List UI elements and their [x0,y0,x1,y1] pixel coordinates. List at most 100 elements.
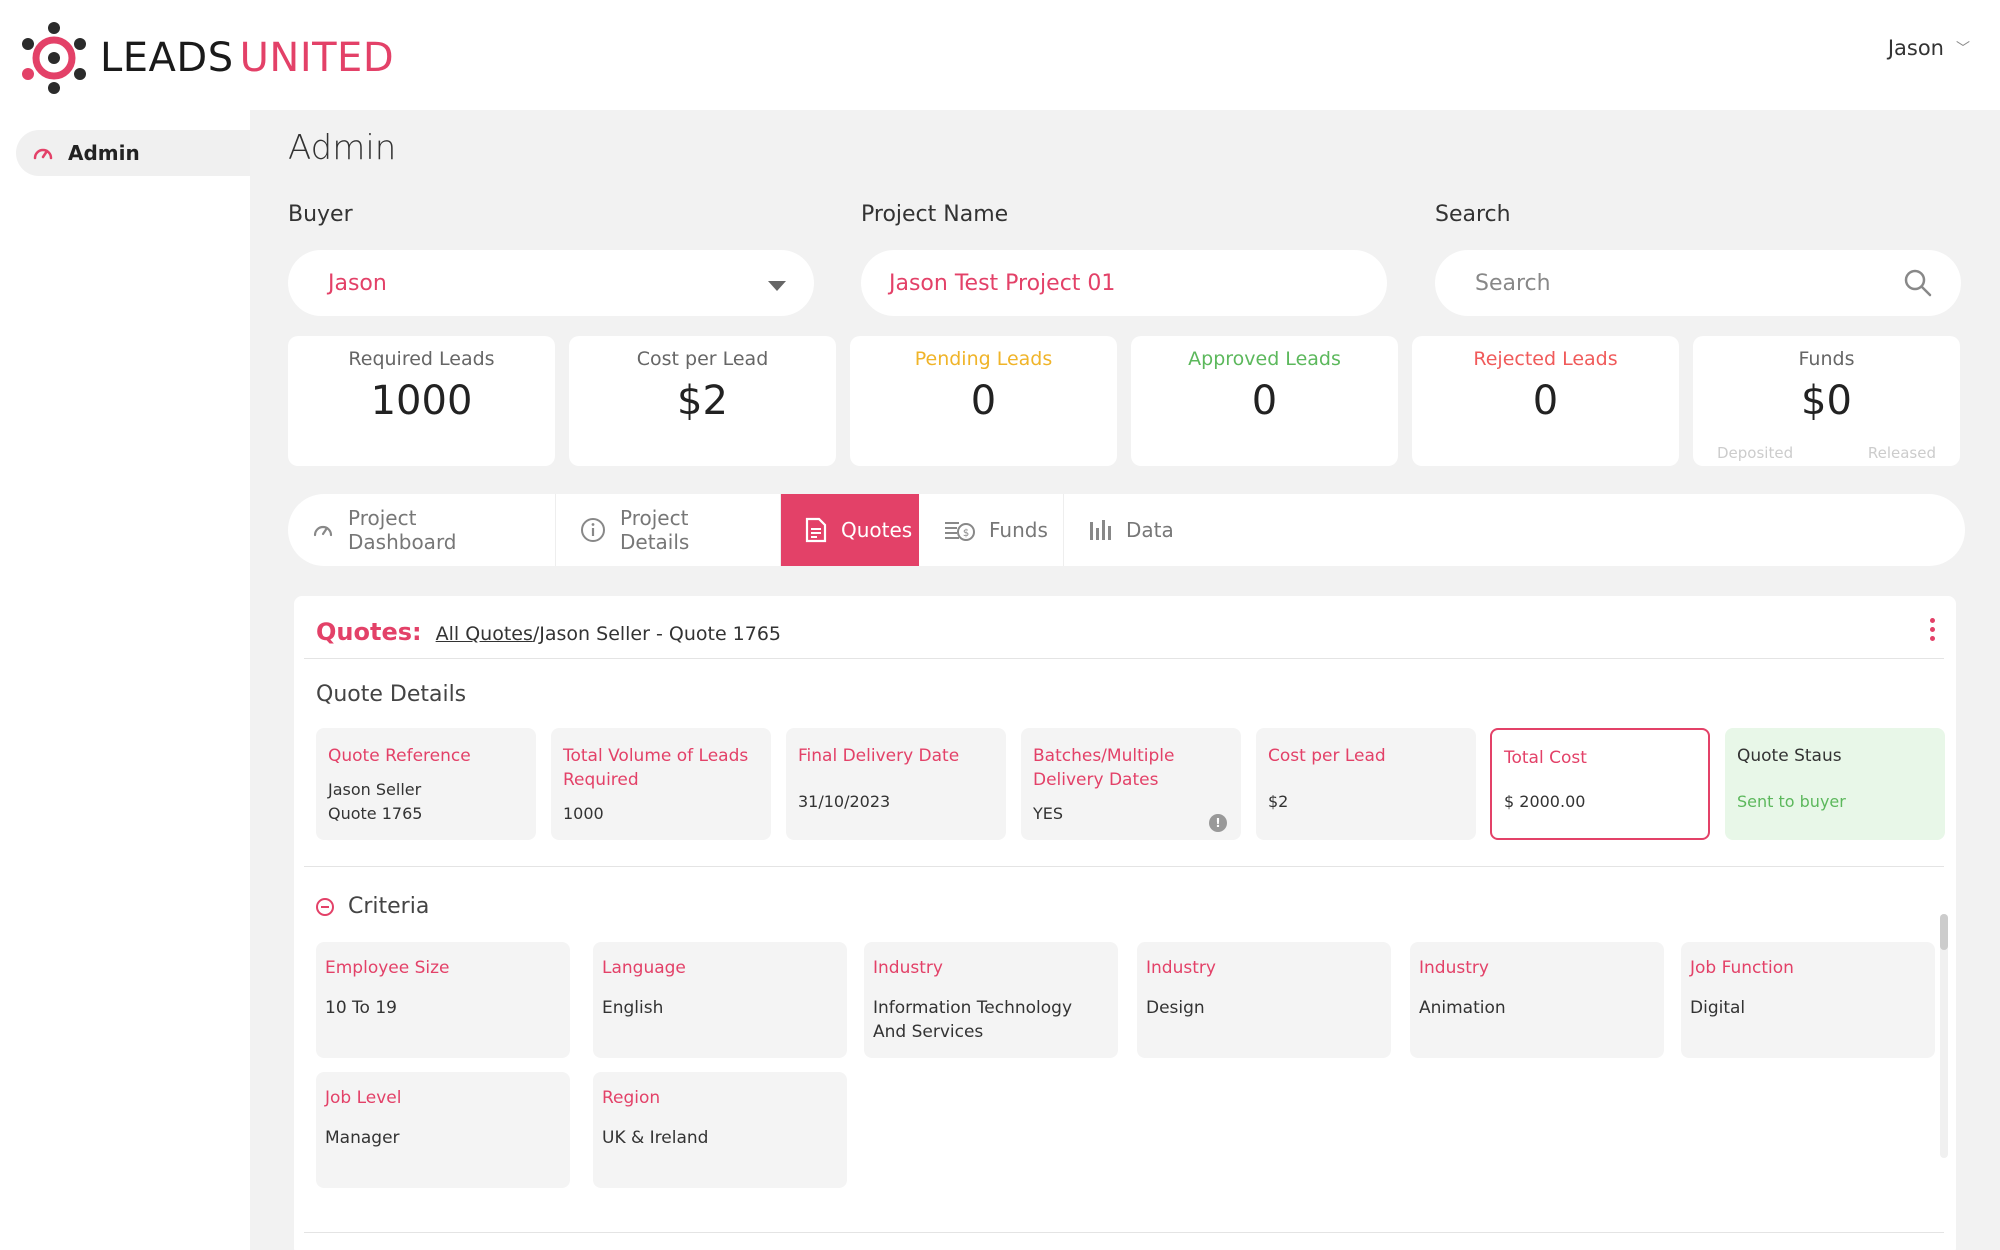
criteria-label: Job Level [325,1088,402,1108]
stat-required-leads: Required Leads 1000 [288,336,555,466]
detail-final-delivery-date: Final Delivery Date 31/10/2023 [786,728,1006,840]
criteria-scrollbar[interactable] [1940,914,1948,1158]
scrollbar-thumb[interactable] [1940,914,1948,950]
detail-label: Total Volume of Leads Required [563,746,749,790]
stat-value: 1000 [370,378,473,424]
funds-deposited-label: Deposited [1717,444,1794,462]
search-input[interactable]: Search [1435,250,1961,316]
caret-down-icon [768,281,786,291]
stat-label: Required Leads [348,348,495,370]
detail-total-volume: Total Volume of Leads Required 1000 [551,728,771,840]
breadcrumb-current: /Jason Seller - Quote 1765 [532,623,782,645]
criteria-card: Employee Size 10 To 19 [316,942,570,1058]
criteria-toggle[interactable]: Criteria [316,894,429,919]
more-options-icon[interactable] [1928,618,1936,645]
logo-icon [22,22,86,94]
stat-value: $0 [1801,378,1852,424]
tab-label: Data [1126,518,1174,542]
quote-card: Quotes: All Quotes /Jason Seller - Quote… [294,596,1956,1250]
stat-approved-leads: Approved Leads 0 [1131,336,1398,466]
criteria-label: Employee Size [325,958,450,978]
search-label: Search [1435,202,1511,227]
detail-label: Quote Staus [1737,746,1842,766]
project-name-field[interactable]: Jason Test Project 01 [861,250,1387,316]
funds-released-label: Released [1867,444,1936,462]
criteria-value: Digital [1690,998,1746,1018]
sidebar-item-label: Admin [68,141,140,165]
criteria-label: Language [602,958,686,978]
user-menu[interactable]: Jason ﹀ [1888,36,1970,60]
detail-quote-reference: Quote Reference Jason Seller Quote 1765 [316,728,536,840]
criteria-value: Information Technology And Services [873,998,1073,1042]
tab-label: Project Details [620,506,690,554]
buyer-label: Buyer [288,202,353,227]
stat-value: 0 [1532,378,1559,424]
all-quotes-link[interactable]: All Quotes [436,623,533,645]
detail-value: YES [1033,804,1064,823]
stat-cost-per-lead: Cost per Lead $2 [569,336,836,466]
detail-quote-status: Quote Staus Sent to buyer [1725,728,1945,840]
logo-text: LEADS UNITED [100,35,395,81]
top-header: LEADS UNITED Jason ﹀ [0,0,2000,110]
stat-label: Cost per Lead [636,348,769,370]
sidebar-item-admin[interactable]: Admin [16,130,250,176]
tab-quotes[interactable]: Quotes [781,494,919,566]
document-icon [805,517,827,543]
criteria-value: Design [1146,998,1205,1018]
stat-label: Pending Leads [914,348,1053,370]
status-badge: Sent to buyer [1737,792,1846,811]
tab-label: Quotes [841,518,913,542]
search-icon[interactable] [1903,268,1933,298]
criteria-label: Industry [873,958,943,978]
detail-label: Cost per Lead [1268,746,1386,766]
stat-label: Approved Leads [1188,348,1341,370]
bar-chart-icon [1088,518,1112,542]
criteria-card: Industry Design [1137,942,1391,1058]
detail-label: Batches/Multiple Delivery Dates [1033,746,1175,790]
tab-label: Project Dashboard [348,506,457,554]
detail-label: Final Delivery Date [798,746,960,766]
info-icon [580,517,606,543]
detail-label: Total Cost [1504,748,1587,768]
criteria-value: 10 To 19 [325,998,397,1018]
tab-project-details[interactable]: Project Details [556,494,781,566]
page-title: Admin [288,128,397,168]
detail-value: Jason Seller Quote 1765 [328,780,423,823]
criteria-label: Industry [1146,958,1216,978]
buyer-value: Jason [328,270,387,296]
stat-value: $2 [677,378,728,424]
stat-value: 0 [970,378,997,424]
criteria-card: Language English [593,942,847,1058]
criteria-value: English [602,998,664,1018]
stat-label: Rejected Leads [1473,348,1618,370]
divider [304,866,1944,867]
project-name-label: Project Name [861,202,1009,227]
detail-value: 1000 [563,804,604,823]
stat-value: 0 [1251,378,1278,424]
project-name-value: Jason Test Project 01 [889,270,1116,296]
criteria-card: Region UK & Ireland [593,1072,847,1188]
detail-total-cost: Total Cost $ 2000.00 [1490,728,1710,840]
criteria-value: Animation [1419,998,1506,1018]
search-placeholder: Search [1475,270,1551,296]
info-icon[interactable]: ! [1209,814,1227,832]
main-content: Admin Buyer Jason Project Name Jason Tes… [250,110,2000,1250]
criteria-card: Job Function Digital [1681,942,1935,1058]
quote-details-title: Quote Details [316,682,467,707]
tab-project-dashboard[interactable]: Project Dashboard [288,494,556,566]
criteria-label: Industry [1419,958,1489,978]
tab-data[interactable]: Data [1064,494,1198,566]
logo[interactable]: LEADS UNITED [16,20,394,96]
criteria-card: Industry Information Technology And Serv… [864,942,1118,1058]
detail-label: Quote Reference [328,746,471,766]
criteria-label: Region [602,1088,661,1108]
stat-rejected-leads: Rejected Leads 0 [1412,336,1679,466]
tab-funds[interactable]: $ Funds [919,494,1064,566]
criteria-title: Criteria [348,894,430,919]
detail-value: $ 2000.00 [1504,792,1586,811]
criteria-value: UK & Ireland [602,1128,709,1148]
sidebar: Admin [0,110,250,1250]
criteria-value: Manager [325,1128,400,1148]
user-name: Jason [1887,36,1944,60]
buyer-select[interactable]: Jason [288,250,814,316]
